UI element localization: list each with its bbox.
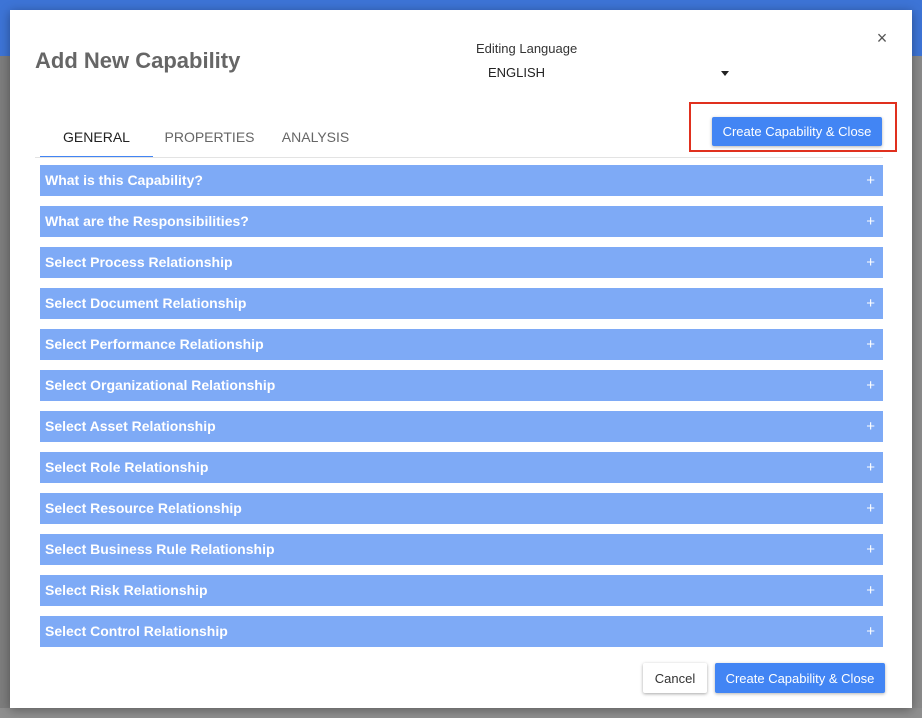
tab-general[interactable]: GENERAL [40,120,153,158]
tab-divider [35,157,883,158]
section-label: Select Document Relationship [45,295,247,311]
tab-properties[interactable]: PROPERTIES [153,120,266,156]
section-risk-relationship[interactable]: Select Risk Relationship + [40,575,883,606]
language-select-value: ENGLISH [488,65,546,80]
section-document-relationship[interactable]: Select Document Relationship + [40,288,883,319]
section-responsibilities[interactable]: What are the Responsibilities? + [40,206,883,237]
background-page-bottom [0,708,922,718]
section-label: Select Process Relationship [45,254,233,270]
plus-icon[interactable]: + [866,459,875,476]
plus-icon[interactable]: + [866,541,875,558]
plus-icon[interactable]: + [866,582,875,599]
plus-icon[interactable]: + [866,213,875,230]
section-asset-relationship[interactable]: Select Asset Relationship + [40,411,883,442]
section-label: Select Role Relationship [45,459,209,475]
plus-icon[interactable]: + [866,336,875,353]
cancel-button[interactable]: Cancel [643,663,707,693]
section-label: Select Performance Relationship [45,336,264,352]
create-capability-close-button[interactable]: Create Capability & Close [715,663,885,693]
background-page [912,56,922,718]
create-capability-close-button-top[interactable]: Create Capability & Close [712,117,882,146]
language-select[interactable]: ENGLISH [480,62,732,84]
editing-language-label: Editing Language [476,41,578,56]
section-organizational-relationship[interactable]: Select Organizational Relationship + [40,370,883,401]
plus-icon[interactable]: + [866,254,875,271]
section-label: What is this Capability? [45,172,203,188]
section-control-relationship[interactable]: Select Control Relationship + [40,616,883,647]
section-business-rule-relationship[interactable]: Select Business Rule Relationship + [40,534,883,565]
tab-analysis[interactable]: ANALYSIS [266,120,365,156]
section-label: What are the Responsibilities? [45,213,249,229]
plus-icon[interactable]: + [866,172,875,189]
section-label: Select Risk Relationship [45,582,208,598]
plus-icon[interactable]: + [866,377,875,394]
dialog-title: Add New Capability [35,48,241,73]
section-resource-relationship[interactable]: Select Resource Relationship + [40,493,883,524]
section-role-relationship[interactable]: Select Role Relationship + [40,452,883,483]
section-label: Select Business Rule Relationship [45,541,275,557]
section-performance-relationship[interactable]: Select Performance Relationship + [40,329,883,360]
section-what-is-capability[interactable]: What is this Capability? + [40,165,883,196]
section-list: What is this Capability? + What are the … [40,165,883,657]
section-label: Select Control Relationship [45,623,228,639]
plus-icon[interactable]: + [866,623,875,640]
section-label: Select Resource Relationship [45,500,242,516]
plus-icon[interactable]: + [866,295,875,312]
plus-icon[interactable]: + [866,500,875,517]
section-process-relationship[interactable]: Select Process Relationship + [40,247,883,278]
plus-icon[interactable]: + [866,418,875,435]
add-capability-dialog: Add New Capability Editing Language ENGL… [10,10,912,708]
close-icon[interactable]: × [872,28,892,48]
section-label: Select Asset Relationship [45,418,216,434]
section-label: Select Organizational Relationship [45,377,276,393]
caret-down-icon [721,71,729,76]
